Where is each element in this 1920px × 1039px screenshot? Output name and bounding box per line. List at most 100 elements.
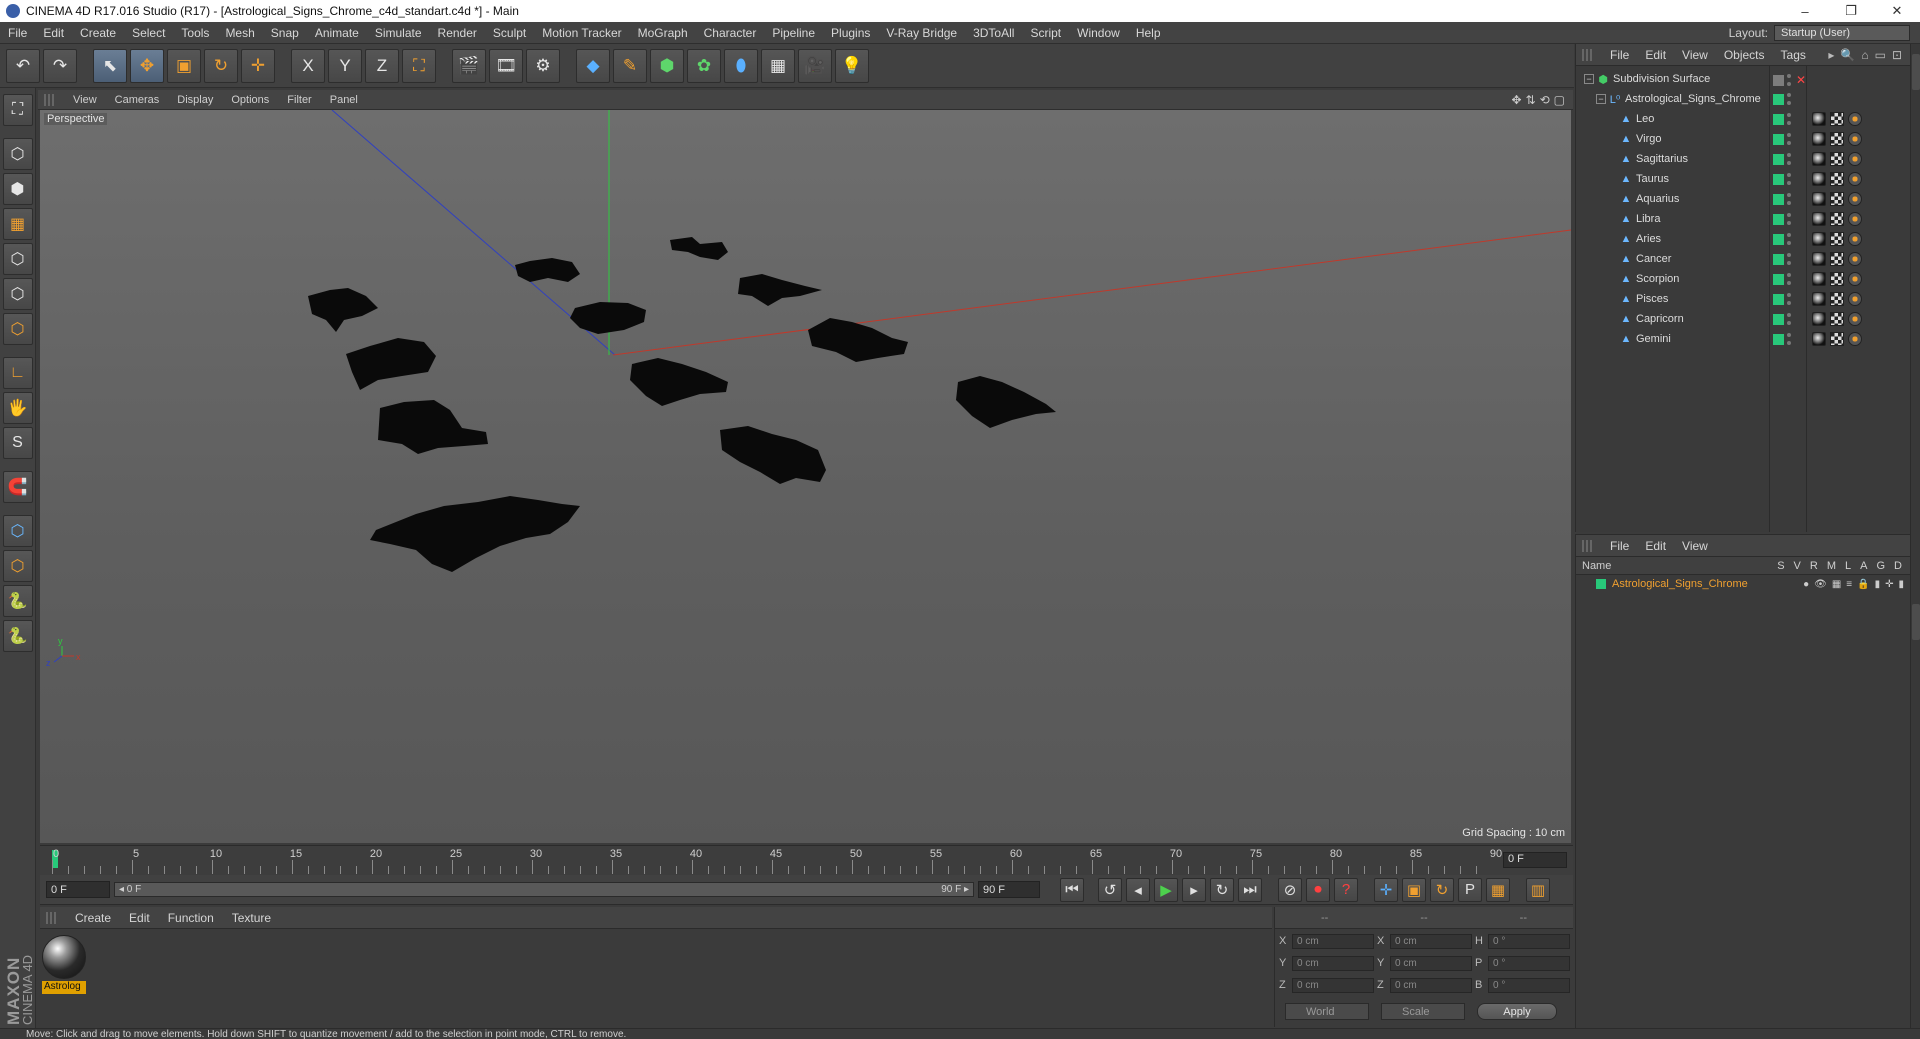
search-icon[interactable]: 🔍: [1840, 48, 1855, 62]
layer-color-swatch[interactable]: [1773, 293, 1784, 305]
lock-flag-icon[interactable]: 🔒: [1857, 579, 1869, 590]
next-keyframe-icon[interactable]: ↻: [1210, 877, 1234, 902]
layer-color-swatch[interactable]: [1773, 233, 1784, 245]
layer-color-swatch[interactable]: [1773, 173, 1784, 185]
menu-help[interactable]: Help: [1128, 26, 1169, 40]
tree-item-aries[interactable]: ▲ Aries: [1576, 229, 1910, 249]
zodiac-shape-gemini[interactable]: [670, 237, 728, 260]
previous-frame-icon[interactable]: ◂: [1126, 877, 1150, 902]
uvw-tag-icon[interactable]: [1830, 252, 1844, 266]
name-column-header[interactable]: Name: [1582, 560, 1777, 572]
x-axis-lock-icon[interactable]: X: [291, 48, 325, 83]
visibility-dots-icon[interactable]: [1787, 333, 1791, 345]
menu-select[interactable]: Select: [124, 26, 173, 40]
pan-icon[interactable]: ✥: [1511, 93, 1521, 107]
z-axis-lock-icon[interactable]: Z: [365, 48, 399, 83]
layer-color-swatch[interactable]: [1773, 93, 1784, 105]
texture-tag-icon[interactable]: [1848, 272, 1862, 286]
texture-tag-icon[interactable]: [1848, 252, 1862, 266]
visibility-dots-icon[interactable]: [1787, 213, 1791, 225]
tree-item-leo[interactable]: ▲ Leo: [1576, 109, 1910, 129]
uvw-tag-icon[interactable]: [1830, 132, 1844, 146]
objects-side-tab[interactable]: [1912, 54, 1920, 90]
snapping-magnet-icon[interactable]: 🧲: [2, 471, 33, 503]
solo-column-header[interactable]: S: [1777, 560, 1784, 572]
deformer-icon[interactable]: ⬮: [724, 48, 758, 83]
size-z-field[interactable]: 0 cm: [1390, 977, 1472, 993]
light-object-icon[interactable]: 💡: [835, 48, 869, 83]
viewport-menu-view[interactable]: View: [64, 94, 106, 106]
layers-menu-edit[interactable]: Edit: [1637, 539, 1674, 553]
tweak-mode-icon[interactable]: 🖐: [2, 392, 33, 424]
enabled-checkbox[interactable]: [1773, 74, 1784, 86]
play-forward-icon[interactable]: ▶: [1154, 877, 1178, 902]
move-tool-icon[interactable]: ✥: [130, 48, 164, 83]
visibility-dots-icon[interactable]: [1787, 173, 1791, 185]
layers-menu-file[interactable]: File: [1602, 539, 1637, 553]
phong-tag-icon[interactable]: [1812, 252, 1826, 266]
tree-item-libra[interactable]: ▲ Libra: [1576, 209, 1910, 229]
locked-column-header[interactable]: L: [1845, 560, 1851, 572]
end-frame-field[interactable]: 90 F: [978, 881, 1040, 898]
phong-tag-icon[interactable]: [1812, 272, 1826, 286]
next-frame-icon[interactable]: ▸: [1182, 877, 1206, 902]
visibility-dots-icon[interactable]: [1787, 113, 1791, 125]
visibility-dots-icon[interactable]: [1787, 253, 1791, 265]
menu-window[interactable]: Window: [1069, 26, 1128, 40]
size-mode-dropdown[interactable]: Scale: [1381, 1003, 1465, 1020]
tree-item-scorpion[interactable]: ▲ Scorpion: [1576, 269, 1910, 289]
texture-tag-icon[interactable]: [1848, 332, 1862, 346]
spline-pen-icon[interactable]: ✎: [613, 48, 647, 83]
uvw-tag-icon[interactable]: [1830, 192, 1844, 206]
menu-script[interactable]: Script: [1022, 26, 1069, 40]
tree-item-gemini[interactable]: ▲ Gemini: [1576, 329, 1910, 349]
uvw-tag-icon[interactable]: [1830, 232, 1844, 246]
phong-tag-icon[interactable]: [1812, 112, 1826, 126]
texture-tag-icon[interactable]: [1848, 212, 1862, 226]
rot-h-field[interactable]: 0 °: [1488, 933, 1570, 949]
phong-tag-icon[interactable]: [1812, 132, 1826, 146]
objects-menu-objects[interactable]: Objects: [1716, 48, 1773, 62]
zodiac-shape-virgo[interactable]: [515, 258, 580, 282]
render-picture-viewer-icon[interactable]: 🎞: [489, 48, 523, 83]
maximize-view-icon[interactable]: ▢: [1554, 93, 1565, 107]
zodiac-shape-sagittarius[interactable]: [308, 288, 378, 332]
visibility-dots-icon[interactable]: [1787, 74, 1791, 86]
floor-object-icon[interactable]: ▦: [761, 48, 795, 83]
record-position-icon[interactable]: ✛: [1374, 877, 1398, 902]
phong-tag-icon[interactable]: [1812, 292, 1826, 306]
zodiac-shape-leo[interactable]: [570, 302, 646, 334]
autokeying-icon[interactable]: ?: [1334, 877, 1358, 902]
visibility-dots-icon[interactable]: [1787, 133, 1791, 145]
menu-pipeline[interactable]: Pipeline: [764, 26, 823, 40]
tree-item-subdivision-surface[interactable]: − ⬢ Subdivision Surface ✕: [1576, 69, 1910, 89]
recent-tools-icon[interactable]: ✛: [241, 48, 275, 83]
rot-b-field[interactable]: 0 °: [1488, 977, 1570, 993]
tree-item-cancer[interactable]: ▲ Cancer: [1576, 249, 1910, 269]
zodiac-shape-pisces[interactable]: [956, 376, 1056, 428]
scale-tool-icon[interactable]: ▣: [167, 48, 201, 83]
world-coordinate-icon[interactable]: ⛶: [402, 48, 436, 83]
uvw-tag-icon[interactable]: [1830, 312, 1844, 326]
attributes-side-tab[interactable]: [1912, 604, 1920, 640]
phong-tag-icon[interactable]: [1812, 332, 1826, 346]
orbit-icon[interactable]: ⟲: [1540, 93, 1550, 107]
visibility-dots-icon[interactable]: [1787, 233, 1791, 245]
snap-settings-icon[interactable]: S: [2, 427, 33, 459]
cube-primitive-icon[interactable]: ◆: [576, 48, 610, 83]
texture-tag-icon[interactable]: [1848, 292, 1862, 306]
y-axis-lock-icon[interactable]: Y: [328, 48, 362, 83]
menu-motion-tracker[interactable]: Motion Tracker: [534, 26, 629, 40]
texture-tag-icon[interactable]: [1848, 192, 1862, 206]
deformer-flag-icon[interactable]: ▮: [1898, 579, 1904, 590]
manager-column-header[interactable]: M: [1827, 560, 1836, 572]
menu-simulate[interactable]: Simulate: [367, 26, 430, 40]
quantize-icon[interactable]: ⬡: [2, 550, 33, 582]
manager-flag-icon[interactable]: ≡: [1846, 579, 1852, 590]
dolly-icon[interactable]: ⇅: [1526, 93, 1536, 107]
model-mode-icon[interactable]: ⬡: [2, 138, 33, 170]
layers-menu-view[interactable]: View: [1674, 539, 1716, 553]
phong-tag-icon[interactable]: [1812, 212, 1826, 226]
menu-tools[interactable]: Tools: [173, 26, 217, 40]
phong-tag-icon[interactable]: [1812, 172, 1826, 186]
